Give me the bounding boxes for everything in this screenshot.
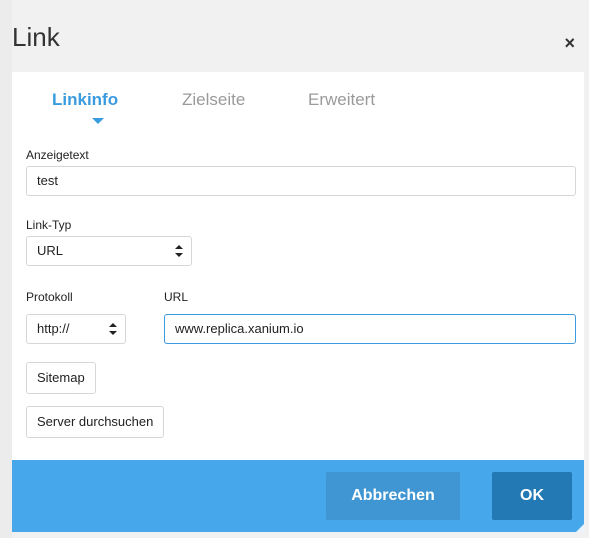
link-dialog: Link × Linkinfo Zielseite Erweitert Anze… bbox=[0, 0, 589, 538]
link-type-select[interactable]: URL bbox=[26, 236, 192, 266]
tab-zielseite[interactable]: Zielseite bbox=[182, 90, 245, 110]
display-text-input[interactable]: test bbox=[26, 166, 576, 196]
url-input[interactable]: www.replica.xanium.io bbox=[164, 314, 576, 344]
ok-button[interactable]: OK bbox=[492, 472, 572, 520]
cancel-button[interactable]: Abbrechen bbox=[326, 472, 460, 520]
protocol-label: Protokoll bbox=[26, 290, 73, 304]
link-type-label: Link-Typ bbox=[26, 218, 72, 232]
tab-linkinfo[interactable]: Linkinfo bbox=[52, 90, 118, 110]
display-text-label: Anzeigetext bbox=[26, 148, 89, 162]
tab-bar: Linkinfo Zielseite Erweitert bbox=[12, 72, 584, 130]
protocol-value: http:// bbox=[37, 321, 70, 336]
updown-arrows-icon bbox=[175, 245, 183, 257]
protocol-select[interactable]: http:// bbox=[26, 314, 126, 344]
tab-erweitert[interactable]: Erweitert bbox=[308, 90, 375, 110]
link-type-value: URL bbox=[37, 243, 64, 258]
url-label: URL bbox=[164, 290, 189, 304]
dialog-left-edge bbox=[0, 0, 12, 538]
resize-grip-icon[interactable] bbox=[574, 522, 584, 532]
caret-down-icon bbox=[92, 118, 104, 124]
dialog-title: Link bbox=[12, 22, 60, 52]
browse-server-button[interactable]: Server durchsuchen bbox=[26, 406, 165, 438]
dialog-footer: Abbrechen OK bbox=[12, 460, 584, 532]
close-icon[interactable]: × bbox=[564, 34, 575, 52]
updown-arrows-icon bbox=[109, 323, 117, 335]
sitemap-button[interactable]: Sitemap bbox=[26, 362, 96, 394]
dialog-content-panel: Linkinfo Zielseite Erweitert Anzeigetext… bbox=[12, 72, 584, 460]
